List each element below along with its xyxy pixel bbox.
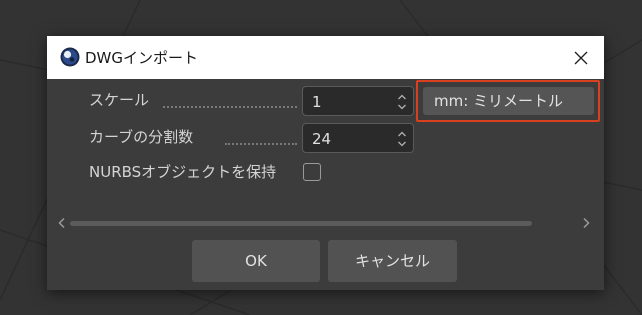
close-button[interactable]: [558, 36, 604, 79]
spinner-arrows-icon[interactable]: [397, 92, 407, 112]
cinema4d-logo-icon: [60, 47, 80, 67]
close-icon: [574, 51, 588, 64]
curve-subdivisions-value: 24: [312, 130, 332, 148]
curve-subdivisions-input[interactable]: 24: [302, 123, 414, 153]
title-bar: DWGインポート: [47, 36, 604, 79]
keep-nurbs-checkbox[interactable]: [303, 163, 321, 181]
curve-leader-dots: [225, 143, 297, 145]
scale-label: スケール: [89, 91, 150, 109]
ok-button[interactable]: OK: [192, 240, 320, 282]
scroll-left-arrow-icon[interactable]: [56, 216, 68, 230]
scale-value: 1: [312, 93, 322, 111]
spinner-arrows-icon[interactable]: [397, 129, 407, 149]
dwg-import-dialog: DWGインポート スケール 1 mm: ミリメートル カーブの分割数 24 NU…: [47, 36, 604, 290]
unit-select[interactable]: mm: ミリメートル: [423, 87, 594, 115]
dialog-title: DWGインポート: [85, 49, 199, 67]
curve-subdivisions-label: カーブの分割数: [89, 128, 194, 146]
scale-leader-dots: [163, 106, 297, 108]
cancel-button[interactable]: キャンセル: [328, 240, 457, 282]
scale-input[interactable]: 1: [302, 86, 414, 116]
keep-nurbs-label: NURBSオブジェクトを保持: [89, 163, 277, 181]
horizontal-scrollbar[interactable]: [70, 221, 532, 226]
scroll-right-arrow-icon[interactable]: [580, 216, 592, 230]
